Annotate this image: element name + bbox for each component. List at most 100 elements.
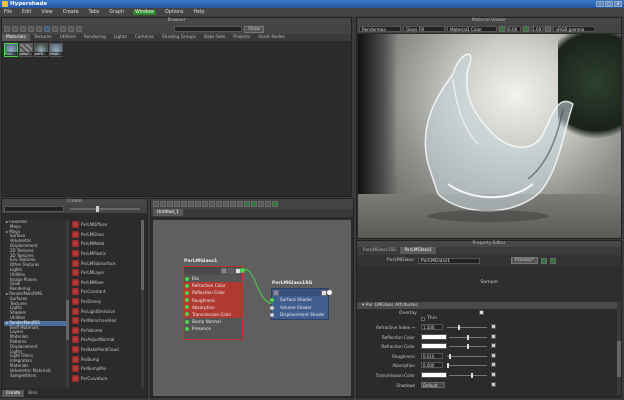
menu-window[interactable]: Window [133,9,156,15]
tab-rendering[interactable]: Rendering [80,34,110,41]
input-connections-icon[interactable] [167,201,173,207]
menu-graph[interactable]: Graph [108,10,125,15]
color-slider[interactable] [449,344,487,350]
material-preview-render[interactable] [358,34,621,238]
port-absorption[interactable]: Absorption [184,303,242,311]
clear-graph-icon[interactable] [188,201,194,207]
slider-handle[interactable] [470,372,473,378]
map-button-icon[interactable] [491,381,496,387]
slider-handle[interactable] [467,334,469,340]
map-button-icon[interactable] [491,333,496,339]
map-button-icon[interactable] [491,352,496,358]
node-item-pxrcurvature[interactable]: PxrCurvature [72,374,140,384]
node-item-pxrlmlayer[interactable]: PxrLMLayer [72,268,140,278]
graph-layout-icon[interactable] [209,201,215,207]
menu-edit[interactable]: Edit [21,10,32,15]
node-graph-canvas[interactable]: PxrLMGlass1 Eta Refraction Color Reflectio… [153,220,351,396]
material-swatch[interactable]: parti... [34,43,48,57]
frame-all-icon[interactable] [153,201,159,207]
gamma-field[interactable]: 1.00 [531,25,543,32]
output-port[interactable] [240,268,245,273]
tree-scrollbar[interactable] [66,220,69,388]
view-list-icon[interactable] [12,26,18,32]
tab-projects[interactable]: Projects [229,34,254,41]
port-eta[interactable]: Eta [184,275,242,282]
color-slider[interactable] [449,334,487,340]
node-item-pxrmarschnerhair[interactable]: PxrMarschnerHair [72,316,140,326]
node-item-pxrvolume[interactable]: PxrVolume [72,326,140,336]
node-item-pxrbumpmix[interactable]: PxrBumpMix [72,364,140,374]
tab-cameras[interactable]: Cameras [131,34,158,41]
color-swatch[interactable] [421,343,447,350]
attr-slider[interactable] [447,353,487,359]
thin-checkbox[interactable] [421,317,425,321]
node-item-pxrbakepointcloud[interactable]: PxrBakePointCloud [72,345,140,355]
attr-value-field[interactable]: 0.000 [421,362,443,369]
node-item-pxrlmdiffuse[interactable]: PxrLMDiffuse [72,220,140,230]
tree-item-samplefilters[interactable]: Samplefilters [4,373,66,379]
node-item-pxrlightemission[interactable]: PxrLightEmission [72,306,140,316]
color-swatch[interactable] [421,371,447,378]
gamma-icon[interactable] [523,25,529,32]
attr-slider[interactable] [447,363,487,369]
menu-view[interactable]: View [40,10,53,15]
slider-handle[interactable] [458,325,461,330]
menu-file[interactable]: File [3,10,13,15]
node-item-pxrlmmetal[interactable]: PxrLMMetal [72,239,140,249]
menu-options[interactable]: Options [164,10,185,15]
io-connections-icon[interactable] [174,201,180,207]
tab-create[interactable]: Create [2,390,25,397]
remove-selected-icon[interactable] [195,201,201,207]
presets-button[interactable]: Presets* [510,257,538,264]
show-button[interactable]: Show [244,25,264,33]
node-mode-icon[interactable] [228,268,234,274]
slider-handle[interactable] [467,344,469,350]
port-volume-shader[interactable]: Volume Shader [270,304,328,312]
color-swatch[interactable] [421,333,447,340]
input-port[interactable] [185,312,189,317]
node-item-pxrdisney[interactable]: PxrDisney [72,297,140,307]
node-swatch-icon[interactable] [221,268,227,274]
overlay-swatch[interactable] [479,310,484,315]
shading-group-node[interactable]: PxrLMGlass1SG Surface Shader Volume Shade… [270,281,332,320]
node-item-pxrlmsubsurface[interactable]: PxrLMSubsurface [72,258,140,268]
geometry-select[interactable]: Glass Fill [403,25,445,32]
attr-slider[interactable] [447,325,487,330]
close-button[interactable]: × [614,1,622,7]
input-port[interactable] [270,305,274,310]
attr-value-field[interactable]: 1.500 [421,324,443,330]
slider-handle[interactable] [447,363,449,369]
node-item-pxrlmglass[interactable]: PxrLMGlass [72,230,140,240]
tab-pxrlmglass1sg[interactable]: PxrLMGlass1SG [359,247,400,254]
minimize-button[interactable]: – [596,1,604,7]
material-swatch[interactable]: shad... [49,43,63,57]
input-port[interactable] [185,290,189,295]
connected-mode-icon[interactable] [230,201,236,207]
pin-icon[interactable] [258,201,264,207]
input-port[interactable] [270,313,274,318]
material-swatch[interactable]: lamb... [19,43,33,57]
map-button-icon[interactable] [491,371,496,377]
exposure-icon[interactable] [499,25,505,32]
input-port[interactable] [270,298,274,302]
show-grid-icon[interactable] [251,201,257,207]
exposure-field[interactable]: 0.00 [507,25,521,32]
node-item-pxrbump[interactable]: PxrBump [72,354,140,364]
tab-asset-nodes[interactable]: Asset Nodes [254,34,289,41]
toggle-swatch-icon[interactable] [216,201,222,207]
icon-size-slider[interactable] [70,206,140,212]
tab-bins[interactable]: Bins [24,390,41,397]
menu-tabs[interactable]: Tabs [88,10,101,15]
tab-materials[interactable]: Materials [2,34,30,41]
maximize-button[interactable]: □ [605,1,613,7]
add-selected-icon[interactable] [202,201,208,207]
view-medium-icon[interactable] [28,26,34,32]
tab-lights[interactable]: Lights [110,34,131,41]
color-slider[interactable] [449,372,487,378]
node-item-pxrconstant[interactable]: PxrConstant [72,287,140,297]
node-select[interactable]: Material1 Color [447,25,497,32]
snap-grid-icon[interactable] [244,201,250,207]
map-button-icon[interactable] [491,324,496,329]
input-port[interactable] [185,326,189,331]
simple-mode-icon[interactable] [223,201,229,207]
